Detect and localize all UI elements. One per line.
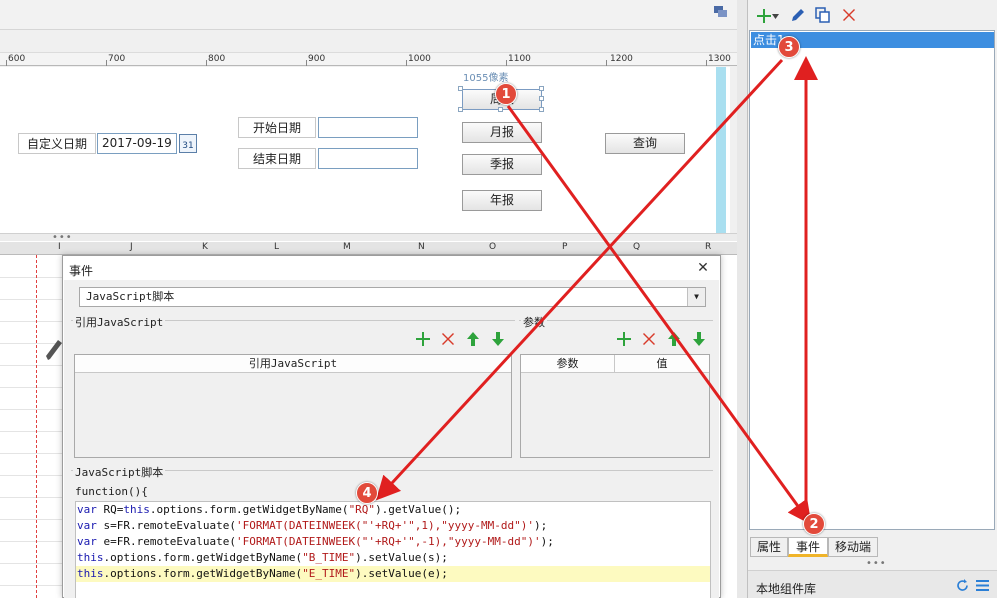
ruler-label: 1100 — [508, 54, 531, 64]
annotation-badge: 1 — [495, 83, 517, 105]
end-date-field[interactable] — [318, 148, 418, 169]
event-panel: 点击1 属性 事件 移动端 ••• 本地组件库 — [747, 0, 997, 598]
ruler-label: 1300 — [708, 54, 731, 64]
params-table[interactable]: 参数 值 — [520, 354, 710, 458]
column-letter: O — [489, 242, 497, 252]
resize-handle[interactable] — [458, 107, 463, 112]
code-line: var RQ=this.options.form.getWidgetByName… — [77, 503, 462, 516]
ruler-label: 700 — [108, 54, 126, 64]
ruler-label: 600 — [8, 54, 26, 64]
ruler-label: 800 — [208, 54, 226, 64]
resize-handle[interactable] — [539, 107, 544, 112]
calendar-icon[interactable]: 31 — [179, 134, 197, 153]
layout-toggle-icon[interactable] — [714, 5, 727, 17]
annotation-badge: 4 — [356, 482, 378, 504]
start-date-label: 开始日期 — [238, 117, 316, 138]
column-letter: I — [58, 242, 61, 252]
pencil-icon — [46, 340, 62, 360]
column-letter: K — [202, 242, 208, 252]
query-button[interactable]: 查询 — [605, 133, 685, 154]
designer-top-strip — [0, 0, 737, 30]
annotation-badge: 2 — [803, 513, 825, 535]
year-report-button[interactable]: 年报 — [462, 190, 542, 211]
ref-js-group-label: 引用JavaScript — [73, 314, 166, 330]
function-header: function(){ — [75, 485, 148, 498]
params-group-label: 参数 — [521, 314, 547, 330]
horizontal-ruler: 600 700 800 900 1000 1100 1200 1300 — [0, 52, 737, 66]
local-widget-library: 本地组件库 — [748, 570, 997, 598]
add-icon[interactable] — [415, 331, 431, 347]
ruler-label: 1000 — [408, 54, 431, 64]
code-line-current: this.options.form.getWidgetByName("E_TIM… — [76, 566, 710, 582]
delete-icon[interactable] — [440, 331, 456, 347]
group-border — [519, 320, 713, 321]
tab-events[interactable]: 事件 — [788, 537, 828, 557]
close-icon[interactable]: ✕ — [695, 260, 711, 276]
delete-param-icon[interactable] — [641, 331, 657, 347]
canvas-edge-bar — [716, 67, 726, 233]
start-date-field[interactable] — [318, 117, 418, 138]
event-list[interactable]: 点击1 — [749, 30, 995, 530]
script-type-value: JavaScript脚本 — [86, 290, 175, 303]
move-up-icon[interactable] — [465, 331, 481, 347]
chevron-down-icon[interactable]: ▼ — [687, 288, 705, 306]
annotation-badge: 3 — [778, 36, 800, 58]
resize-handle[interactable] — [539, 96, 544, 101]
event-dialog: 事件 ✕ JavaScript脚本 ▼ 引用JavaScript 参数 引用Ja… — [62, 255, 721, 598]
column-letter: J — [130, 242, 133, 252]
quarter-report-button[interactable]: 季报 — [462, 154, 542, 175]
event-toolbar — [748, 4, 997, 30]
column-letter: P — [562, 242, 568, 252]
chevron-down-icon[interactable] — [772, 14, 779, 19]
move-param-down-icon[interactable] — [691, 331, 707, 347]
dialog-title: 事件 — [69, 264, 94, 278]
script-group-label: JavaScript脚本 — [73, 464, 166, 480]
splitter-bar[interactable] — [0, 233, 737, 241]
column-letter: L — [274, 242, 280, 252]
tab-mobile[interactable]: 移动端 — [828, 537, 878, 557]
panel-tabs: 属性 事件 移动端 — [750, 537, 995, 557]
code-line: var s=FR.remoteEvaluate('FORMAT(DATEINWE… — [77, 519, 548, 532]
resize-handle[interactable] — [539, 86, 544, 91]
move-down-icon[interactable] — [490, 331, 506, 347]
column-letter: M — [343, 242, 351, 252]
month-report-button[interactable]: 月报 — [462, 122, 542, 143]
param-column-header: 参数 — [521, 355, 615, 373]
script-type-select[interactable]: JavaScript脚本 ▼ — [79, 287, 706, 307]
move-param-up-icon[interactable] — [666, 331, 682, 347]
resize-handle[interactable] — [458, 86, 463, 91]
ref-js-table[interactable]: 引用JavaScript — [74, 354, 512, 458]
library-title: 本地组件库 — [756, 582, 817, 596]
custom-date-field[interactable]: 2017-09-19 — [97, 133, 177, 154]
sheet-column-header: I J K L M N O P Q R — [0, 242, 737, 255]
menu-icon[interactable] — [976, 580, 989, 591]
script-editor[interactable]: var RQ=this.options.form.getWidgetByName… — [75, 501, 711, 598]
ruler-label: 1200 — [610, 54, 633, 64]
column-letter: R — [705, 242, 712, 252]
value-column-header: 值 — [615, 355, 709, 373]
add-param-icon[interactable] — [616, 331, 632, 347]
add-event-icon[interactable] — [756, 8, 772, 24]
splitter-grip-icon[interactable]: ••• — [866, 558, 887, 569]
column-letter: Q — [633, 242, 641, 252]
tab-properties[interactable]: 属性 — [750, 537, 788, 557]
group-border — [71, 470, 713, 471]
ref-js-column-header: 引用JavaScript — [75, 355, 511, 373]
code-line: var e=FR.remoteEvaluate('FORMAT(DATEINWE… — [77, 535, 554, 548]
resize-handle[interactable] — [498, 107, 503, 112]
column-letter: N — [418, 242, 425, 252]
page-break-line — [36, 255, 37, 598]
custom-date-label: 自定义日期 — [18, 133, 96, 154]
copy-icon[interactable] — [815, 7, 831, 23]
delete-event-icon[interactable] — [841, 7, 857, 23]
sheet-left-area — [0, 255, 62, 598]
end-date-label: 结束日期 — [238, 148, 316, 169]
size-tooltip: 1055像素 — [463, 73, 509, 84]
edit-icon[interactable] — [790, 7, 806, 23]
ruler-label: 900 — [308, 54, 326, 64]
refresh-icon[interactable] — [956, 579, 969, 592]
code-line: this.options.form.getWidgetByName("B_TIM… — [77, 551, 448, 564]
